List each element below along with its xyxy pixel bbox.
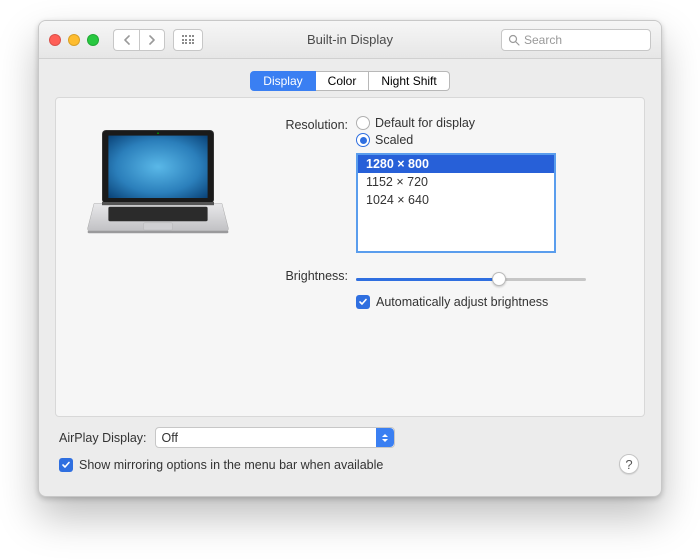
- window-body: Display Color Night Shift: [39, 59, 661, 496]
- search-icon: [508, 34, 520, 46]
- checkbox-checked-icon: [356, 295, 370, 309]
- airplay-value: Off: [162, 431, 178, 445]
- footer: AirPlay Display: Off Show mirroring opti…: [55, 417, 645, 472]
- checkbox-checked-icon: [59, 458, 73, 472]
- resolution-list[interactable]: 1280 × 800 1152 × 720 1024 × 640: [356, 153, 556, 253]
- resolution-label: Resolution:: [266, 116, 356, 132]
- resolution-default-label: Default for display: [375, 116, 475, 130]
- grid-icon: [182, 35, 195, 44]
- resolution-row: Resolution: Default for display Scaled 1…: [266, 116, 622, 253]
- back-button[interactable]: [113, 29, 139, 51]
- resolution-default-option[interactable]: Default for display: [356, 116, 622, 130]
- tab-color[interactable]: Color: [316, 71, 370, 91]
- airplay-select[interactable]: Off: [155, 427, 395, 448]
- tab-night-shift[interactable]: Night Shift: [369, 71, 449, 91]
- auto-brightness-label: Automatically adjust brightness: [376, 295, 548, 309]
- select-arrows-icon: [376, 428, 394, 447]
- radio-icon: [356, 116, 370, 130]
- nav-buttons: [113, 29, 165, 51]
- radio-checked-icon: [356, 133, 370, 147]
- brightness-label: Brightness:: [266, 267, 356, 283]
- mirroring-row: Show mirroring options in the menu bar w…: [59, 458, 641, 472]
- chevron-left-icon: [123, 35, 131, 45]
- close-button[interactable]: [49, 34, 61, 46]
- laptop-icon: [78, 126, 238, 246]
- search-input[interactable]: Search: [501, 29, 651, 51]
- chevron-right-icon: [148, 35, 156, 45]
- slider-fill: [356, 278, 499, 281]
- resolution-item[interactable]: 1152 × 720: [358, 173, 554, 191]
- forward-button[interactable]: [139, 29, 165, 51]
- minimize-button[interactable]: [68, 34, 80, 46]
- resolution-item[interactable]: 1280 × 800: [358, 155, 554, 173]
- resolution-scaled-label: Scaled: [375, 133, 413, 147]
- slider-thumb[interactable]: [492, 272, 506, 286]
- controls: Resolution: Default for display Scaled 1…: [266, 116, 622, 356]
- show-all-button[interactable]: [173, 29, 203, 51]
- airplay-label: AirPlay Display:: [59, 431, 147, 445]
- resolution-item[interactable]: 1024 × 640: [358, 191, 554, 209]
- question-icon: ?: [625, 457, 632, 472]
- display-preview: [78, 116, 248, 356]
- tab-display[interactable]: Display: [250, 71, 315, 91]
- mirroring-checkbox[interactable]: Show mirroring options in the menu bar w…: [59, 458, 383, 472]
- brightness-row: Brightness: Automatically adjust brightn…: [266, 267, 622, 309]
- resolution-scaled-option[interactable]: Scaled: [356, 133, 622, 147]
- window-controls: [49, 34, 99, 46]
- auto-brightness-checkbox[interactable]: Automatically adjust brightness: [356, 295, 622, 309]
- display-panel: Resolution: Default for display Scaled 1…: [55, 97, 645, 417]
- help-button[interactable]: ?: [619, 454, 639, 474]
- airplay-row: AirPlay Display: Off: [59, 427, 641, 448]
- titlebar: Built-in Display Search: [39, 21, 661, 59]
- zoom-button[interactable]: [87, 34, 99, 46]
- preferences-window: Built-in Display Search Display Color Ni…: [38, 20, 662, 497]
- search-placeholder: Search: [524, 33, 562, 47]
- brightness-slider[interactable]: [356, 271, 586, 287]
- tab-bar: Display Color Night Shift: [55, 71, 645, 91]
- mirroring-label: Show mirroring options in the menu bar w…: [79, 458, 383, 472]
